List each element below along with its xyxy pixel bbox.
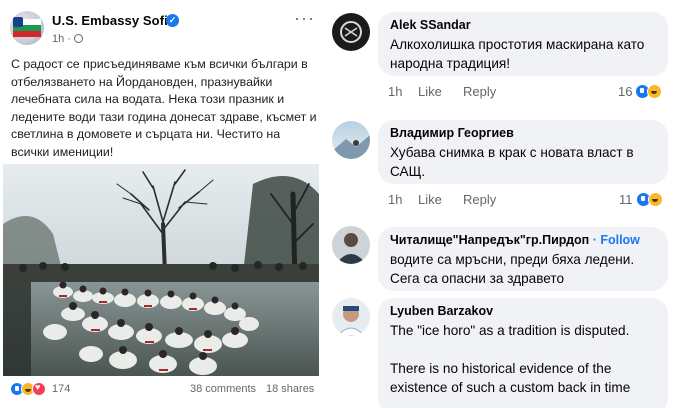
reply-button[interactable]: Reply [463,192,496,207]
comment-time[interactable]: 1h [388,192,402,207]
comment-author-line: Читалище"Напредък"гр.Пирдоп · Follow [390,233,656,247]
avatar[interactable] [332,121,370,159]
more-options-icon[interactable]: ··· [294,9,315,27]
post-meta: 1h · [52,33,83,45]
love-reaction-icon [32,382,46,396]
haha-reaction-icon [647,84,662,99]
comment-actions: 1h Like Reply [388,84,538,102]
comment-bubble: Lyuben Barzakov The "ice horo" as a trad… [378,298,668,408]
comment-reactions[interactable]: 11 [619,192,685,210]
comment-text: Хубава снимка в крак с новата власт в СА… [390,145,634,179]
haha-reaction-icon [648,192,663,207]
avatar[interactable] [332,226,370,264]
comments-panel: Alek SSandar Алкохолишка простотия маски… [325,0,691,408]
comment-author[interactable]: Alek SSandar [390,18,656,32]
reply-button[interactable]: Reply [463,84,496,99]
avatar[interactable] [332,13,370,51]
like-button[interactable]: Like [418,84,442,99]
post-card: U.S. Embassy Sofia ✓ 1h · ··· С радост с… [0,0,322,408]
comment-actions: 1h Like Reply [388,192,538,210]
post-header: U.S. Embassy Sofia ✓ 1h · ··· [8,9,318,49]
comment-text: The "ice horo" as a tradition is dispute… [390,323,631,395]
comment-text: водите са мръсни, преди бяха ледени. Сег… [390,252,635,286]
comment-reactions[interactable]: 16 [618,84,684,102]
globe-icon [73,34,83,43]
shares-count[interactable]: 18 shares [266,383,314,395]
post-photo[interactable] [3,164,319,376]
reaction-count: 16 [618,84,633,99]
comment-time[interactable]: 1h [388,84,402,99]
page-avatar[interactable] [10,11,44,45]
reaction-count[interactable]: 174 [52,383,70,395]
comment-text: Алкохолишка простотия маскирана като нар… [390,37,645,71]
reaction-count: 11 [619,192,633,207]
avatar[interactable] [332,298,370,336]
post-text: С радост се присъединяваме към всички бъ… [11,57,317,159]
page-name[interactable]: U.S. Embassy Sofia [52,13,175,28]
comment-bubble: Alek SSandar Алкохолишка простотия маски… [378,12,668,76]
comment-author[interactable]: Lyuben Barzakov [390,304,656,318]
comments-count[interactable]: 38 comments [190,383,256,395]
comment-author[interactable]: Читалище"Напредък"гр.Пирдоп [390,233,589,247]
comment-author[interactable]: Владимир Георгиев [390,126,656,140]
post-time[interactable]: 1h [52,33,64,45]
verified-icon: ✓ [166,14,179,27]
comment-bubble: Владимир Георгиев Хубава снимка в крак с… [378,120,668,184]
post-footer: 174 38 comments 18 shares [8,380,320,400]
follow-button[interactable]: · Follow [593,233,640,247]
comment-bubble: Читалище"Напредък"гр.Пирдоп · Follow вод… [378,227,668,291]
like-button[interactable]: Like [418,192,442,207]
